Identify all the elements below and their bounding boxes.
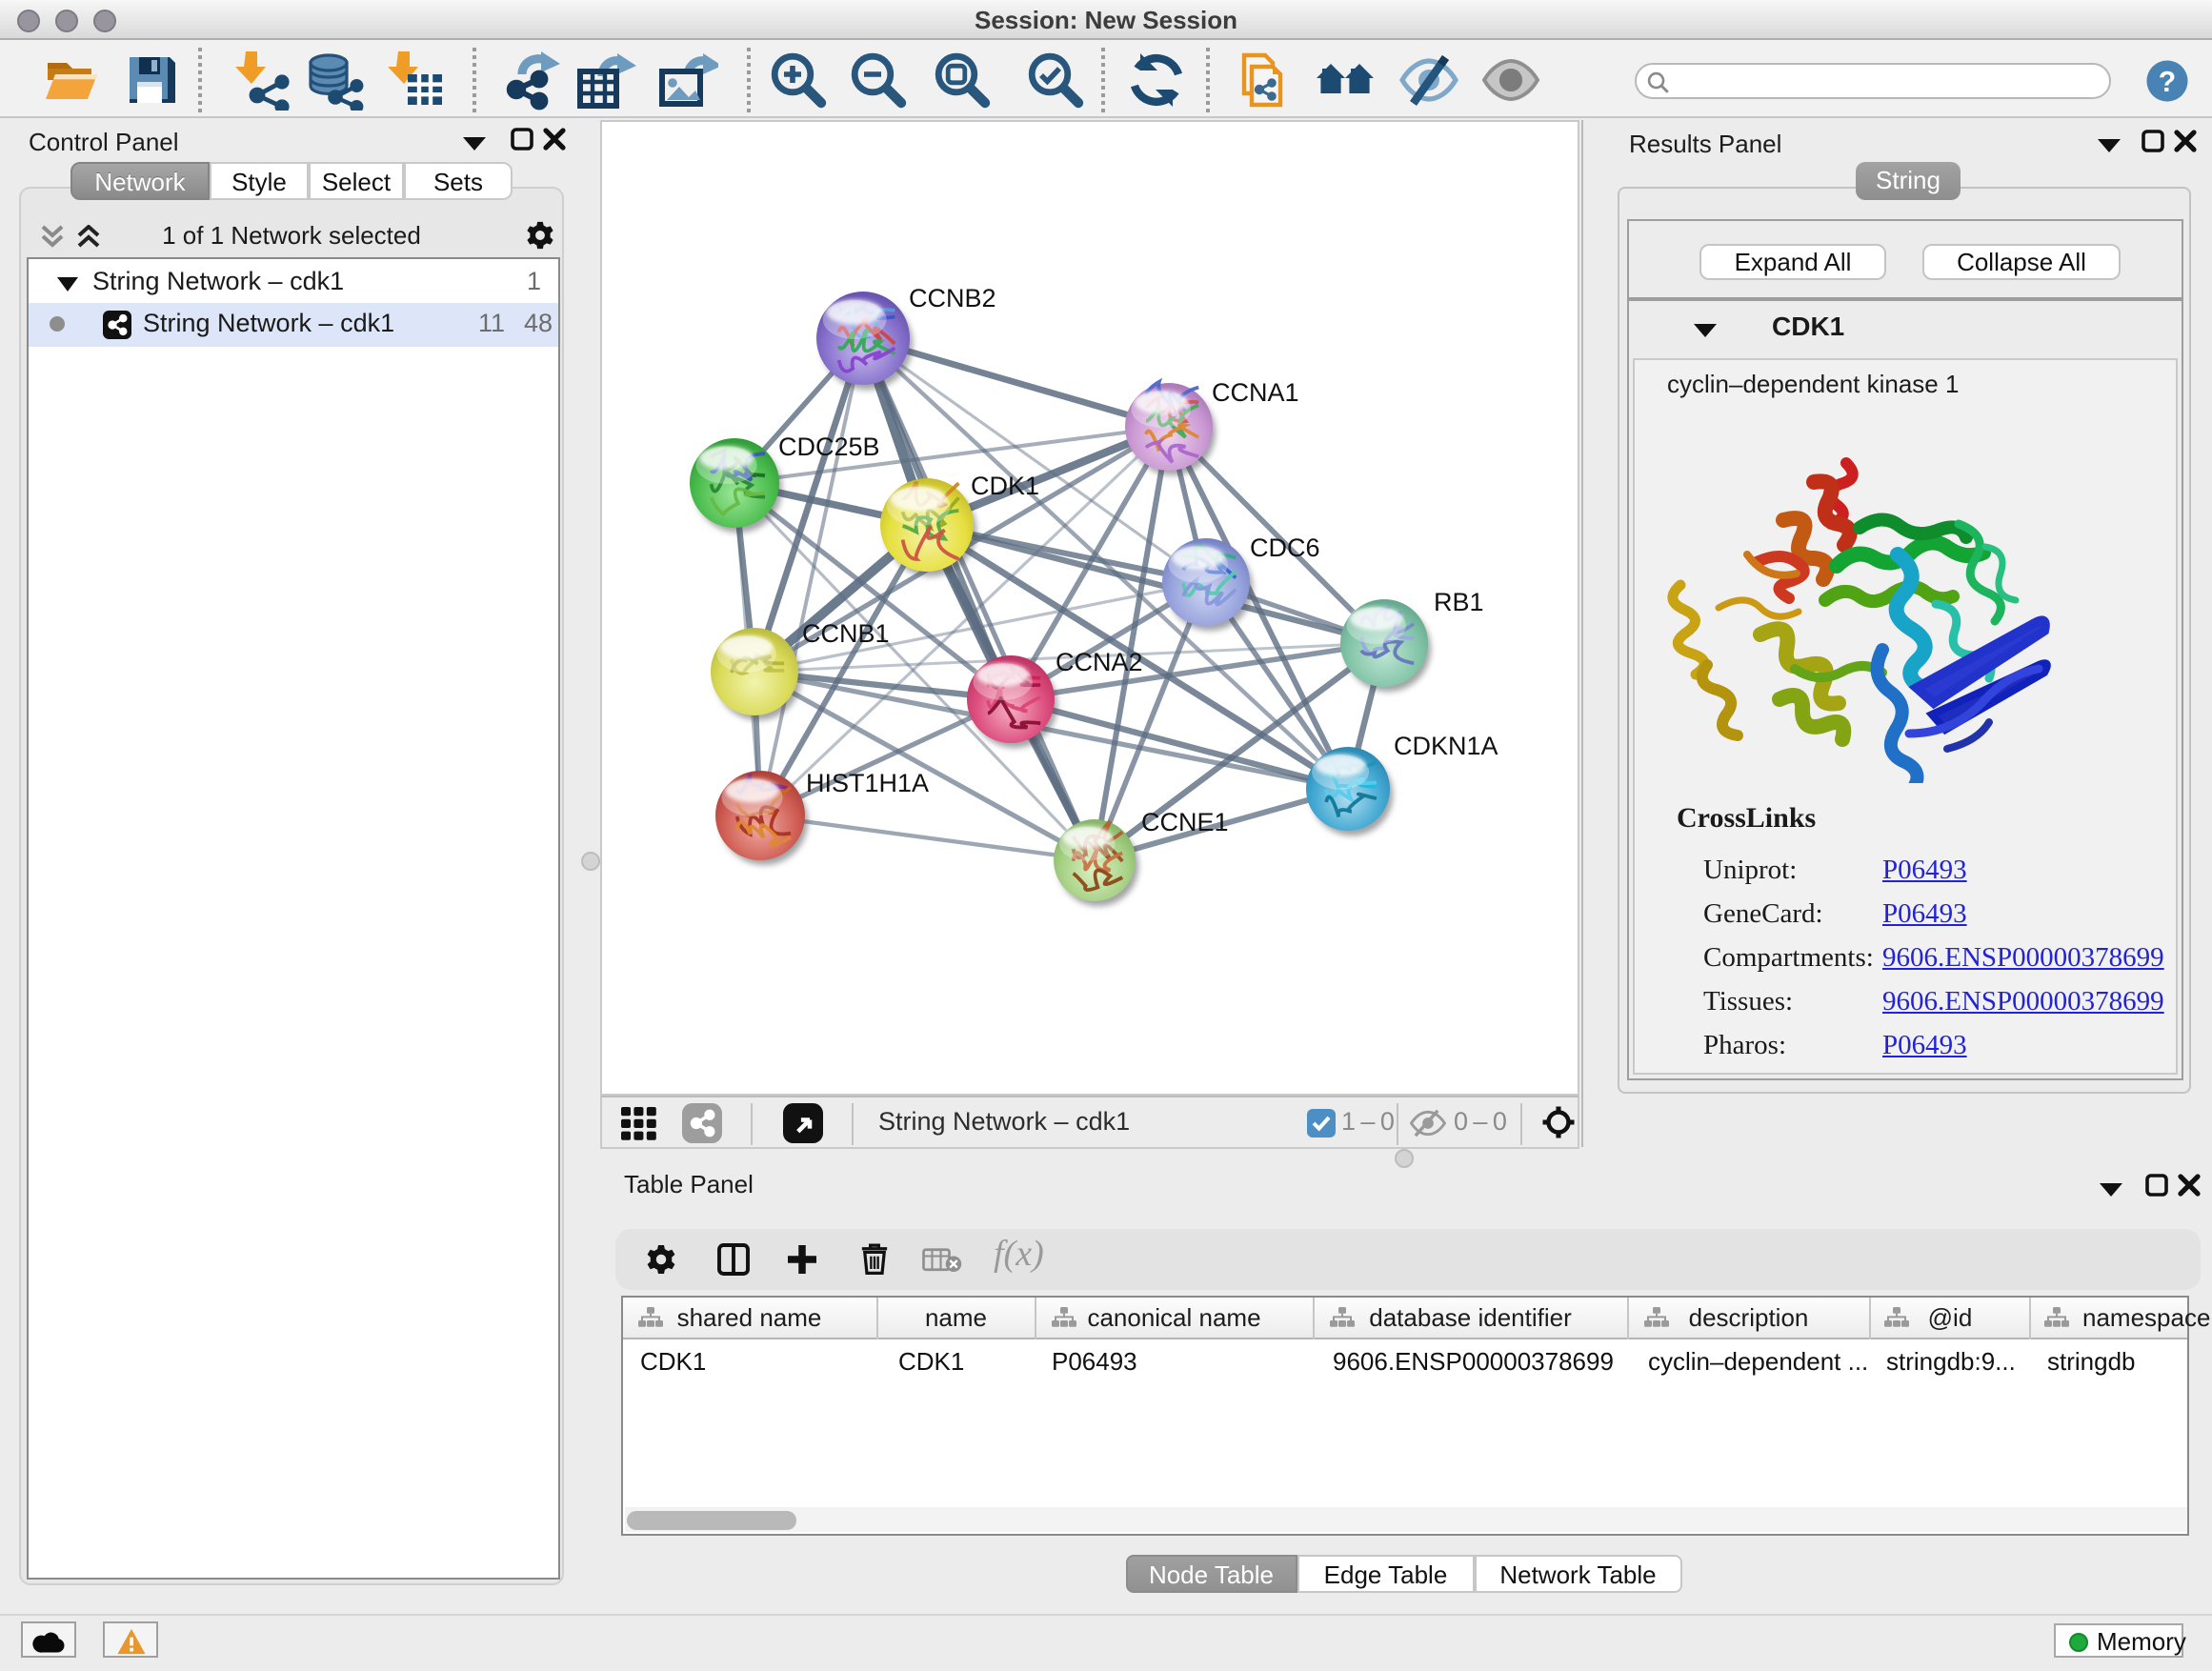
svg-text:CCNA1: CCNA1 — [1212, 377, 1299, 406]
svg-text:CDK1: CDK1 — [971, 471, 1039, 499]
svg-text:CCNB2: CCNB2 — [909, 283, 996, 312]
svg-text:CCNA2: CCNA2 — [1056, 647, 1143, 675]
svg-text:CCNB1: CCNB1 — [802, 618, 890, 647]
svg-text:?: ? — [2159, 67, 2176, 98]
svg-text:CDKN1A: CDKN1A — [1394, 731, 1498, 759]
svg-text:RB1: RB1 — [1434, 587, 1484, 615]
svg-text:CDC6: CDC6 — [1250, 533, 1320, 561]
svg-text:CDC25B: CDC25B — [778, 432, 880, 460]
svg-text:HIST1H1A: HIST1H1A — [806, 768, 929, 796]
svg-text:CCNE1: CCNE1 — [1141, 807, 1229, 836]
